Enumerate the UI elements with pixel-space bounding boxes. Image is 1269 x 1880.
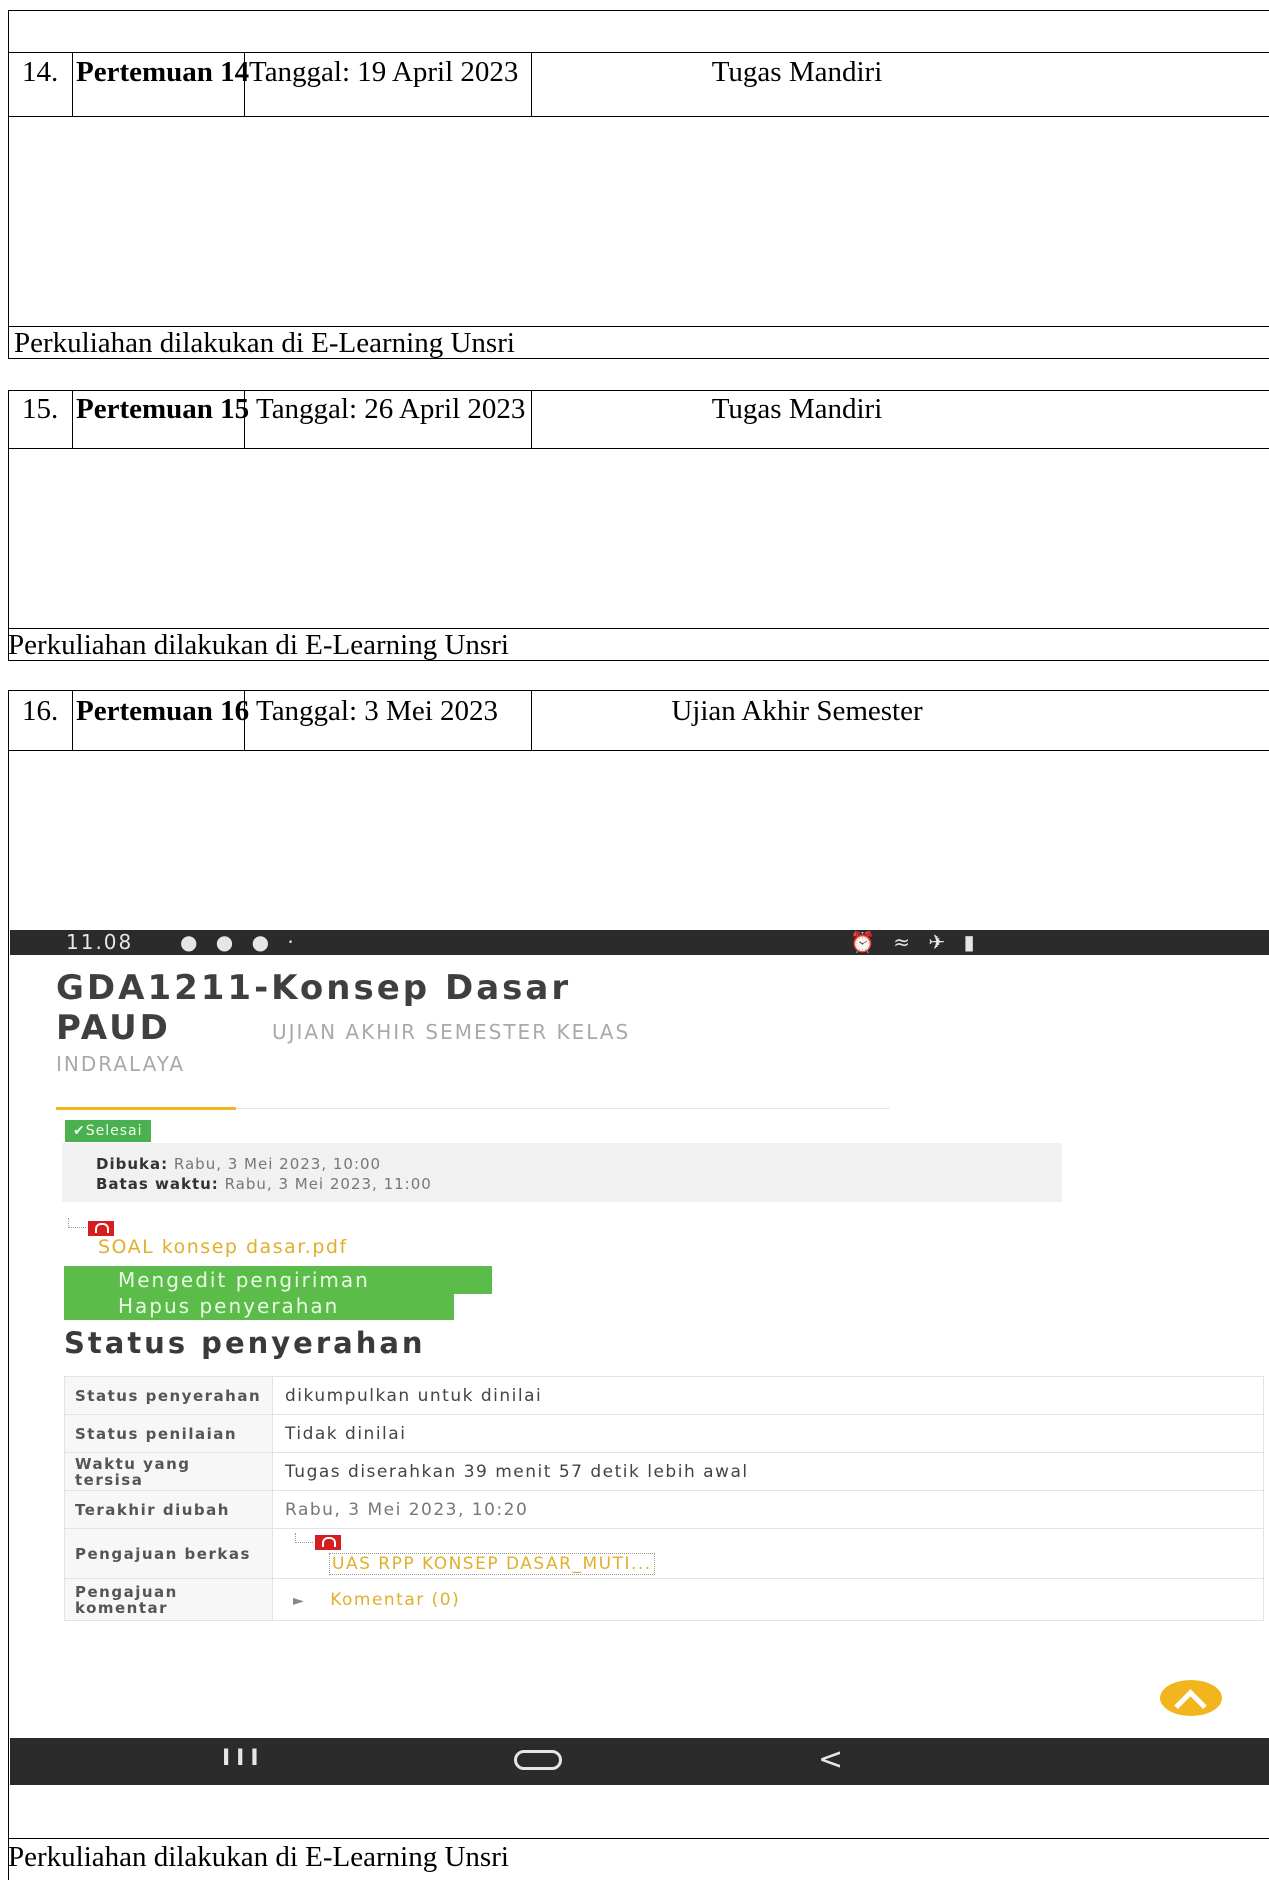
status-badge: ✔Selesai bbox=[65, 1120, 151, 1142]
meeting-activity: Tugas Mandiri bbox=[711, 56, 883, 88]
course-title-line2: PAUD bbox=[56, 1008, 171, 1048]
table-row: Pengajuan berkas UAS RPP KONSEP DASAR_MU… bbox=[64, 1528, 1264, 1579]
meeting-date: Tanggal: 26 April 2023 bbox=[256, 393, 526, 425]
comments-link[interactable]: Komentar (0) bbox=[330, 1590, 460, 1610]
row-value: dikumpulkan untuk dinilai bbox=[272, 1376, 1264, 1415]
table-row: Status penyerahan dikumpulkan untuk dini… bbox=[64, 1376, 1264, 1415]
system-icons: ⏰ ≈ ✈ ▮ bbox=[850, 930, 981, 954]
table-row: Waktu yang tersisa Tugas diserahkan 39 m… bbox=[64, 1452, 1264, 1491]
row-number: 15. bbox=[22, 393, 59, 425]
opened-value: Rabu, 3 Mei 2023, 10:00 bbox=[173, 1155, 382, 1173]
row-label: Terakhir diubah bbox=[64, 1490, 273, 1529]
table-row: Pengajuan komentar ► Komentar (0) bbox=[64, 1578, 1264, 1621]
pdf-icon bbox=[88, 1221, 114, 1236]
row-label: Pengajuan komentar bbox=[64, 1578, 273, 1621]
row-value-file: UAS RPP KONSEP DASAR_MUTI... bbox=[272, 1528, 1264, 1579]
row-value: Tidak dinilai bbox=[272, 1414, 1264, 1453]
row-value: Tugas diserahkan 39 menit 57 detik lebih… bbox=[272, 1452, 1264, 1491]
due-value: Rabu, 3 Mei 2023, 11:00 bbox=[224, 1175, 432, 1193]
pdf-icon bbox=[315, 1535, 341, 1550]
table-line bbox=[531, 690, 532, 750]
submission-status-table: Status penyerahan dikumpulkan untuk dini… bbox=[64, 1376, 1264, 1621]
meeting-note: Perkuliahan dilakukan di E-Learning Unsr… bbox=[8, 1841, 509, 1873]
row-value-comment: ► Komentar (0) bbox=[272, 1578, 1264, 1621]
row-number: 14. bbox=[22, 56, 59, 88]
due-label: Batas waktu: bbox=[96, 1175, 219, 1193]
home-icon[interactable] bbox=[514, 1750, 562, 1770]
course-title: GDA1211-Konsep Dasar bbox=[56, 968, 572, 1008]
meeting-activity: Ujian Akhir Semester bbox=[671, 695, 923, 727]
table-line bbox=[8, 690, 1269, 691]
table-line bbox=[8, 690, 9, 1880]
row-label: Waktu yang tersisa bbox=[64, 1452, 273, 1491]
opened-label: Dibuka: bbox=[96, 1155, 169, 1173]
attachment-tree bbox=[68, 1218, 114, 1237]
tree-connector bbox=[68, 1218, 86, 1228]
expand-arrow-icon[interactable]: ► bbox=[293, 1593, 305, 1609]
table-line bbox=[8, 448, 1269, 449]
check-icon: ✔ bbox=[73, 1123, 86, 1139]
notification-icons: ● ● ● · bbox=[180, 930, 300, 954]
meeting-date: Tanggal: 19 April 2023 bbox=[249, 56, 519, 88]
meeting-title: Pertemuan 14 bbox=[76, 56, 250, 88]
scroll-to-top-button[interactable] bbox=[1160, 1680, 1222, 1716]
row-label: Pengajuan berkas bbox=[64, 1528, 273, 1579]
table-line bbox=[8, 10, 1269, 11]
table-line bbox=[8, 52, 1269, 53]
row-value: Rabu, 3 Mei 2023, 10:20 bbox=[272, 1490, 1264, 1529]
status-heading: Status penyerahan bbox=[64, 1326, 426, 1360]
phone-status-bar: 11.08 ● ● ● · ⏰ ≈ ✈ ▮ bbox=[10, 930, 1269, 955]
meeting-title: Pertemuan 15 bbox=[76, 393, 250, 425]
row-label: Status penilaian bbox=[64, 1414, 273, 1453]
tree-connector bbox=[295, 1532, 313, 1543]
table-row: Terakhir diubah Rabu, 3 Mei 2023, 10:20 bbox=[64, 1490, 1264, 1529]
assignment-dates: Dibuka: Rabu, 3 Mei 2023, 10:00 Batas wa… bbox=[62, 1143, 1062, 1202]
row-label: Status penyerahan bbox=[64, 1376, 273, 1415]
table-line bbox=[8, 390, 1269, 391]
table-line bbox=[72, 52, 73, 116]
meeting-note: Perkuliahan dilakukan di E-Learning Unsr… bbox=[14, 327, 515, 359]
table-line bbox=[8, 390, 9, 660]
recent-apps-icon[interactable]: III bbox=[222, 1746, 265, 1771]
table-line bbox=[8, 750, 1269, 751]
assignment-title-line2: INDRALAYA bbox=[56, 1052, 186, 1076]
meeting-activity: Tugas Mandiri bbox=[711, 393, 883, 425]
row-number: 16. bbox=[22, 695, 59, 727]
table-line bbox=[531, 52, 532, 116]
submitted-file-link[interactable]: UAS RPP KONSEP DASAR_MUTI... bbox=[329, 1552, 655, 1575]
meeting-title: Pertemuan 16 bbox=[76, 695, 250, 727]
assignment-title: UJIAN AKHIR SEMESTER KELAS bbox=[272, 1020, 631, 1044]
elearning-screenshot: 11.08 ● ● ● · ⏰ ≈ ✈ ▮ GDA1211-Konsep Das… bbox=[10, 930, 1269, 1785]
edit-submission-button[interactable]: Mengedit pengiriman bbox=[64, 1266, 492, 1294]
attachment-link[interactable]: SOAL konsep dasar.pdf bbox=[98, 1236, 348, 1258]
status-time: 11.08 bbox=[66, 930, 134, 954]
remove-submission-button[interactable]: Hapus penyerahan bbox=[64, 1292, 454, 1320]
meeting-date: Tanggal: 3 Mei 2023 bbox=[256, 695, 499, 727]
back-icon[interactable]: < bbox=[818, 1742, 843, 1777]
table-line bbox=[72, 390, 73, 448]
table-line bbox=[8, 116, 1269, 117]
table-line bbox=[8, 10, 9, 358]
table-row: Status penilaian Tidak dinilai bbox=[64, 1414, 1264, 1453]
phone-navigation-bar: III < bbox=[10, 1738, 1269, 1785]
table-line bbox=[72, 690, 73, 750]
table-line bbox=[8, 1838, 1269, 1839]
meeting-note: Perkuliahan dilakukan di E-Learning Unsr… bbox=[8, 629, 509, 661]
table-line bbox=[531, 390, 532, 448]
active-tab-indicator bbox=[56, 1107, 236, 1110]
